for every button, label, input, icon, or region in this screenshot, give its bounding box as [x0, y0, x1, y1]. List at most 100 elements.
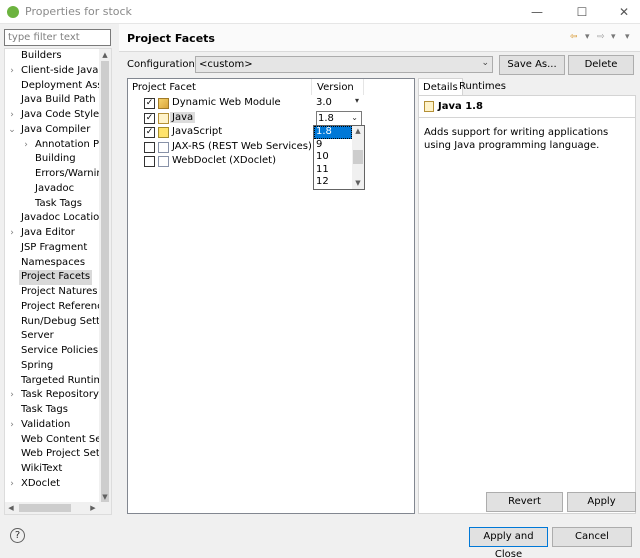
nav-item[interactable]: › Java Editor	[5, 226, 100, 241]
scroll-thumb-horizontal[interactable]	[19, 504, 71, 512]
nav-item-label: Javadoc Location	[21, 212, 100, 224]
facet-row[interactable]: ✓ Dynamic Web Module 3.0 ▾	[128, 96, 414, 111]
tree-vertical-scrollbar[interactable]: ▲ ▼	[99, 49, 111, 503]
nav-item[interactable]: Spring	[5, 359, 100, 374]
nav-item[interactable]: Building	[5, 152, 100, 167]
spring-app-icon	[7, 6, 19, 18]
version-option[interactable]: 1.8	[314, 126, 352, 139]
chevron-right-icon[interactable]: ›	[7, 418, 17, 433]
nav-item[interactable]: Errors/Warning	[5, 167, 100, 182]
forward-arrow-icon[interactable]: ⇨	[597, 32, 605, 42]
chevron-right-icon[interactable]: ›	[7, 388, 17, 403]
forward-history-dropdown-icon[interactable]: ▾	[611, 32, 616, 42]
nav-item[interactable]: Service Policies	[5, 344, 100, 359]
nav-item[interactable]: Deployment Assem	[5, 79, 100, 94]
nav-item[interactable]: › Client-side JavaScr	[5, 64, 100, 79]
scroll-right-arrow-icon[interactable]: ▶	[87, 502, 99, 514]
nav-item[interactable]: Targeted Runtimes	[5, 374, 100, 389]
chevron-right-icon[interactable]: ›	[7, 477, 17, 492]
chevron-down-icon[interactable]: ⌄	[7, 123, 17, 138]
nav-item[interactable]: Builders	[5, 49, 100, 64]
apply-button[interactable]: Apply	[567, 492, 636, 512]
nav-item-label: Java Compiler	[21, 123, 91, 135]
nav-item-label: Errors/Warning	[35, 168, 100, 179]
nav-item[interactable]: Project Natures	[5, 285, 100, 300]
nav-item[interactable]: WikiText	[5, 462, 100, 477]
scroll-up-arrow-icon[interactable]: ▲	[99, 49, 111, 61]
version-option[interactable]: 12	[314, 176, 352, 189]
facet-row[interactable]: ✓ Java 1.8 ⌄	[128, 110, 414, 126]
maximize-button[interactable]: ☐	[572, 3, 592, 21]
chevron-right-icon[interactable]: ›	[7, 64, 17, 79]
nav-item-label: Project References	[21, 300, 100, 312]
tab-runtimes[interactable]: Runtimes	[455, 78, 510, 95]
nav-item[interactable]: Java Build Path	[5, 93, 100, 108]
facet-version-select[interactable]: 3.0 ▾	[316, 96, 362, 110]
view-menu-icon[interactable]: ▾	[625, 32, 630, 42]
scroll-thumb[interactable]	[101, 61, 109, 503]
facet-checkbox[interactable]: ✓	[144, 127, 155, 139]
version-dropdown-list[interactable]: 1.8 9 10 11 12 ▲ ▼	[313, 125, 365, 190]
revert-button[interactable]: Revert	[486, 492, 563, 512]
help-icon[interactable]: ?	[10, 528, 25, 543]
nav-item[interactable]: › Validation	[5, 418, 100, 433]
nav-item[interactable]: Namespaces	[5, 256, 100, 271]
close-button[interactable]: ✕	[614, 3, 634, 21]
dropdown-scrollbar[interactable]: ▲ ▼	[352, 126, 364, 189]
version-option[interactable]: 10	[314, 151, 352, 164]
facet-name: Java	[170, 111, 196, 123]
scroll-up-arrow-icon[interactable]: ▲	[352, 126, 364, 137]
facet-row[interactable]: ✓ JavaScript	[128, 125, 414, 140]
nav-item[interactable]: JSP Fragment	[5, 241, 100, 256]
facet-row[interactable]: JAX-RS (REST Web Services)	[128, 140, 414, 155]
nav-item[interactable]: Javadoc	[5, 182, 100, 197]
nav-item[interactable]: Web Content Settings	[5, 433, 100, 448]
scroll-down-arrow-icon[interactable]: ▼	[352, 178, 364, 189]
cancel-button[interactable]: Cancel	[552, 527, 632, 547]
nav-item[interactable]: › Annotation Pro	[5, 138, 100, 153]
nav-item[interactable]: Task Tags	[5, 403, 100, 418]
delete-button[interactable]: Delete	[568, 55, 634, 75]
nav-item[interactable]: › Java Code Style	[5, 108, 100, 123]
column-header-project-facet[interactable]: Project Facet	[132, 82, 196, 93]
apply-and-close-button[interactable]: Apply and Close	[469, 527, 548, 558]
chevron-right-icon[interactable]: ›	[7, 226, 17, 241]
version-option[interactable]: 11	[314, 164, 352, 177]
nav-item[interactable]: Task Tags	[5, 197, 100, 212]
chevron-right-icon[interactable]: ›	[21, 138, 31, 153]
nav-item[interactable]: Project References	[5, 300, 100, 315]
nav-item-label: JSP Fragment	[21, 241, 88, 253]
configuration-select[interactable]: <custom> ⌄	[195, 56, 493, 73]
column-header-version[interactable]: Version	[317, 82, 354, 93]
title-bar: Properties for stock — ☐ ✕	[0, 0, 640, 24]
column-divider[interactable]	[363, 79, 364, 95]
window-title: Properties for stock	[25, 5, 132, 18]
tree-horizontal-scrollbar[interactable]: ◀ ▶	[5, 502, 111, 514]
nav-item[interactable]: Javadoc Location	[5, 211, 100, 226]
facet-version-select[interactable]: 1.8 ⌄	[316, 110, 362, 126]
scroll-left-arrow-icon[interactable]: ◀	[5, 502, 17, 514]
facet-checkbox[interactable]: ✓	[144, 112, 155, 124]
facet-row[interactable]: WebDoclet (XDoclet)	[128, 154, 414, 169]
facet-checkbox[interactable]	[144, 141, 155, 153]
nav-item[interactable]: Run/Debug Settings	[5, 315, 100, 330]
facet-checkbox[interactable]	[144, 156, 155, 168]
facet-version-value: 3.0	[316, 97, 332, 108]
scroll-thumb[interactable]	[353, 150, 363, 164]
nav-item[interactable]: Project Facets	[5, 270, 100, 285]
nav-item[interactable]: › Task Repository	[5, 388, 100, 403]
back-arrow-icon[interactable]: ⇦	[570, 32, 578, 42]
nav-item[interactable]: Server	[5, 329, 100, 344]
chevron-right-icon[interactable]: ›	[7, 108, 17, 123]
back-history-dropdown-icon[interactable]: ▾	[585, 32, 590, 42]
filter-input[interactable]	[4, 29, 111, 46]
nav-item[interactable]: › XDoclet	[5, 477, 100, 492]
minimize-button[interactable]: —	[527, 3, 547, 21]
details-header: Java 1.8	[419, 96, 635, 118]
version-option[interactable]: 9	[314, 139, 352, 152]
save-as-button[interactable]: Save As...	[499, 55, 565, 75]
nav-item[interactable]: ⌄ Java Compiler	[5, 123, 100, 138]
column-divider[interactable]	[311, 79, 312, 95]
nav-item[interactable]: Web Project Settings	[5, 447, 100, 462]
facet-checkbox[interactable]: ✓	[144, 98, 155, 109]
